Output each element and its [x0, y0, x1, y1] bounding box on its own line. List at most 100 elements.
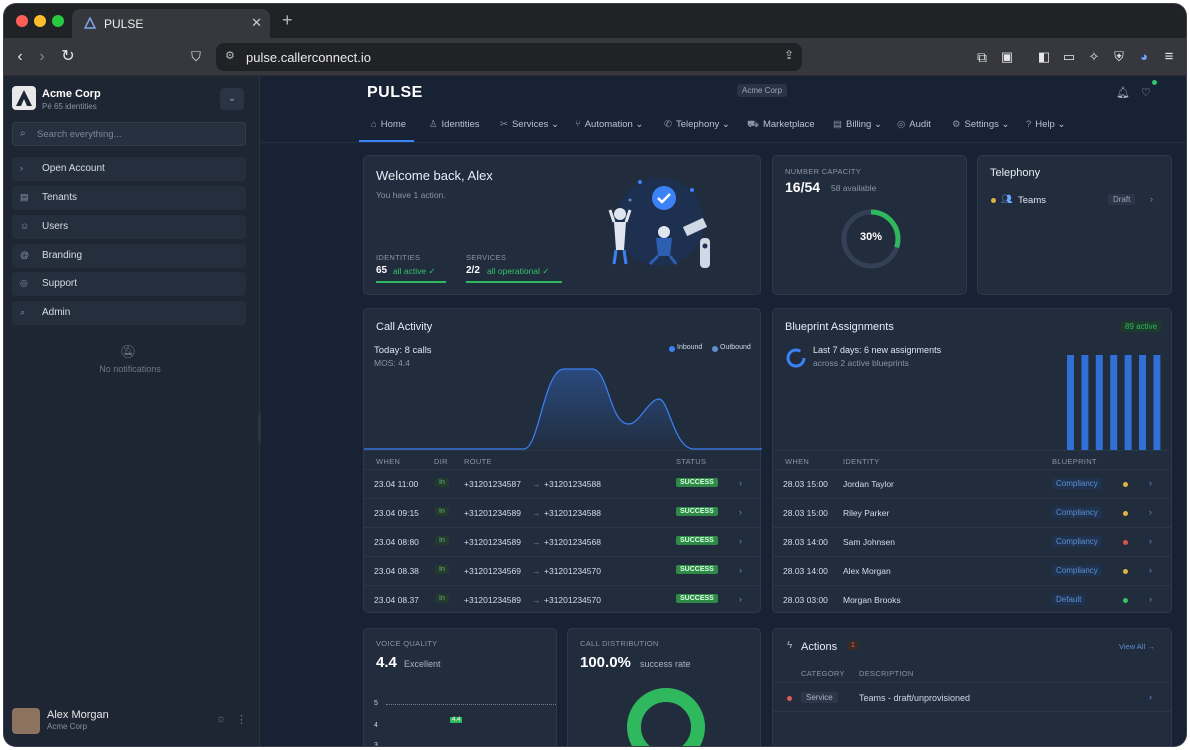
col-when: WHEN	[376, 457, 401, 466]
search-placeholder: Search everything...	[37, 129, 122, 140]
actions-title: Actions	[801, 641, 838, 653]
sidebar-item-label: Users	[42, 221, 69, 232]
close-tab-icon[interactable]: ✕	[251, 15, 262, 31]
browser-tab[interactable]: PULSE ✕	[72, 9, 270, 38]
lightning-icon: ϟ	[787, 640, 793, 651]
bookmark-icon[interactable]: ⛉	[186, 47, 206, 67]
bell-off-icon: 🔕︎	[120, 344, 137, 359]
forward-icon[interactable]: ›	[32, 47, 52, 67]
sidebar-item-admin[interactable]: ⌕ Admin	[12, 301, 246, 325]
call-when: 23.04 08:80	[374, 537, 419, 547]
chevron-right-icon[interactable]: ›	[739, 536, 742, 546]
telephony-card: Telephony 👥︎ Teams Draft ›	[977, 155, 1172, 295]
nav-label: Help ⌄	[1035, 119, 1066, 130]
reader-icon[interactable]: ▣	[997, 47, 1017, 67]
notifications-empty: No notifications	[99, 364, 161, 374]
share-icon[interactable]: ⇪	[784, 48, 794, 62]
col-category: CATEGORY	[801, 669, 845, 678]
new-tab-button[interactable]: +	[282, 10, 293, 31]
minimize-window-button[interactable]	[34, 15, 46, 27]
nav-label: Settings ⌄	[964, 119, 1010, 130]
call-activity-chart	[364, 368, 762, 450]
extensions-icon[interactable]: ⧉	[972, 47, 992, 67]
chevron-right-icon[interactable]: ›	[1149, 536, 1152, 546]
app-logo[interactable]: PULSE	[367, 84, 423, 102]
nav-marketplace[interactable]: ⛟ Marketplace	[747, 119, 815, 131]
telephony-item[interactable]: Teams	[1018, 195, 1046, 206]
leo-icon[interactable]: ✧	[1084, 47, 1104, 67]
distribution-value: 100.0%	[580, 654, 631, 671]
address-bar[interactable]: ⚙ pulse.callerconnect.io ⇪	[216, 43, 802, 71]
shield-icon[interactable]: ⛨	[1109, 47, 1129, 67]
avatar[interactable]	[12, 708, 40, 734]
chevron-right-icon[interactable]: ›	[1149, 692, 1152, 702]
close-window-button[interactable]	[16, 15, 28, 27]
nav-settings[interactable]: ⚙ Settings ⌄	[952, 119, 1009, 130]
nav-telephony[interactable]: ✆ Telephony ⌄	[664, 119, 730, 130]
site-settings-icon[interactable]: ⚙	[225, 49, 235, 62]
nav-services[interactable]: ✂ Services ⌄	[500, 119, 559, 130]
nav-help[interactable]: ? Help ⌄	[1026, 119, 1065, 130]
org-name: Acme Corp	[42, 88, 101, 100]
url-text: pulse.callerconnect.io	[246, 50, 372, 65]
sidebar-toggle-icon[interactable]: ◧	[1034, 47, 1054, 67]
sidebar-item-open-account[interactable]: › Open Account	[12, 157, 246, 181]
back-icon[interactable]: ‹	[10, 47, 30, 67]
grid-line	[386, 704, 556, 705]
status-dot	[991, 198, 996, 203]
view-all-link[interactable]: View All →	[1119, 642, 1155, 651]
chevron-right-icon[interactable]: ›	[1149, 478, 1152, 488]
direction-badge: In	[435, 478, 449, 487]
blueprint-title: Blueprint Assignments	[785, 321, 894, 333]
identity-name: Morgan Brooks	[843, 595, 901, 605]
chevron-right-icon[interactable]: ›	[1149, 594, 1152, 604]
bell-icon[interactable]: 🔔︎	[1116, 86, 1130, 99]
nav-audit[interactable]: ◎ Audit	[897, 119, 931, 130]
at-icon: @	[20, 250, 30, 260]
route-from: +31201234589	[464, 508, 521, 518]
chevron-right-icon[interactable]: ›	[739, 507, 742, 517]
reload-icon[interactable]: ↻	[58, 47, 78, 67]
active-badge: 89 active	[1121, 321, 1162, 332]
zoom-window-button[interactable]	[52, 15, 64, 27]
nav-billing[interactable]: ▤ Billing ⌄	[833, 119, 882, 130]
chevron-right-icon[interactable]: ›	[1149, 565, 1152, 575]
nav-home[interactable]: ⌂ Home	[371, 119, 406, 130]
chevron-right-icon[interactable]: ›	[739, 565, 742, 575]
heart-icon[interactable]: ♡	[1141, 86, 1151, 99]
search-input[interactable]: ⌕ Search everything...	[12, 122, 246, 146]
blueprint-badge: Compliancy	[1052, 536, 1102, 547]
chevron-right-icon[interactable]: ›	[739, 478, 742, 488]
capacity-card: NUMBER CAPACITY 16/54 58 available 30%	[772, 155, 967, 295]
menu-icon[interactable]: ≡	[1159, 47, 1179, 67]
nav-label: Home	[380, 119, 407, 130]
more-icon[interactable]: ⋮	[236, 713, 247, 726]
chevron-right-icon[interactable]: ›	[1150, 194, 1153, 204]
axis-3: 3	[374, 742, 378, 746]
blueprint-badge: Default	[1052, 594, 1086, 605]
org-switcher-button[interactable]: ⌄	[220, 88, 244, 110]
route-to: +31201234588	[544, 508, 601, 518]
vpn-icon[interactable]: ◕	[1134, 47, 1154, 67]
sidebar-item-branding[interactable]: @ Branding	[12, 244, 246, 268]
route-to: +31201234570	[544, 595, 601, 605]
row-divider	[364, 527, 760, 528]
chevron-right-icon[interactable]: ›	[739, 594, 742, 604]
call-when: 23.04 09:15	[374, 508, 419, 518]
actions-card: ϟ Actions 1 View All → CATEGORY DESCRIPT…	[772, 628, 1172, 746]
sidebar-item-label: Support	[42, 278, 78, 289]
sidebar-item-support[interactable]: ◎ Support	[12, 272, 246, 296]
main-content: PULSE Acme Corp 🔔︎ ♡ ⌂ Home ♙ Identities ✂…	[261, 76, 1186, 746]
wallet-icon[interactable]: ▭	[1059, 47, 1079, 67]
action-description: Teams - draft/unprovisioned	[859, 693, 971, 703]
online-indicator	[1152, 80, 1157, 85]
sidebar-item-users[interactable]: ☺ Users	[12, 215, 246, 239]
theme-icon[interactable]: ☼	[216, 713, 226, 725]
nav-identities[interactable]: ♙ Identities	[429, 119, 480, 130]
sidebar-item-tenants[interactable]: ▤ Tenants	[12, 186, 246, 210]
chevron-right-icon[interactable]: ›	[1149, 507, 1152, 517]
status-badge: SUCCESS	[676, 478, 718, 487]
nav-automation[interactable]: ⑂ Automation ⌄	[575, 119, 643, 130]
call-distribution-card: CALL DISTRIBUTION 100.0% success rate	[567, 628, 761, 746]
distribution-rating: success rate	[640, 659, 691, 669]
